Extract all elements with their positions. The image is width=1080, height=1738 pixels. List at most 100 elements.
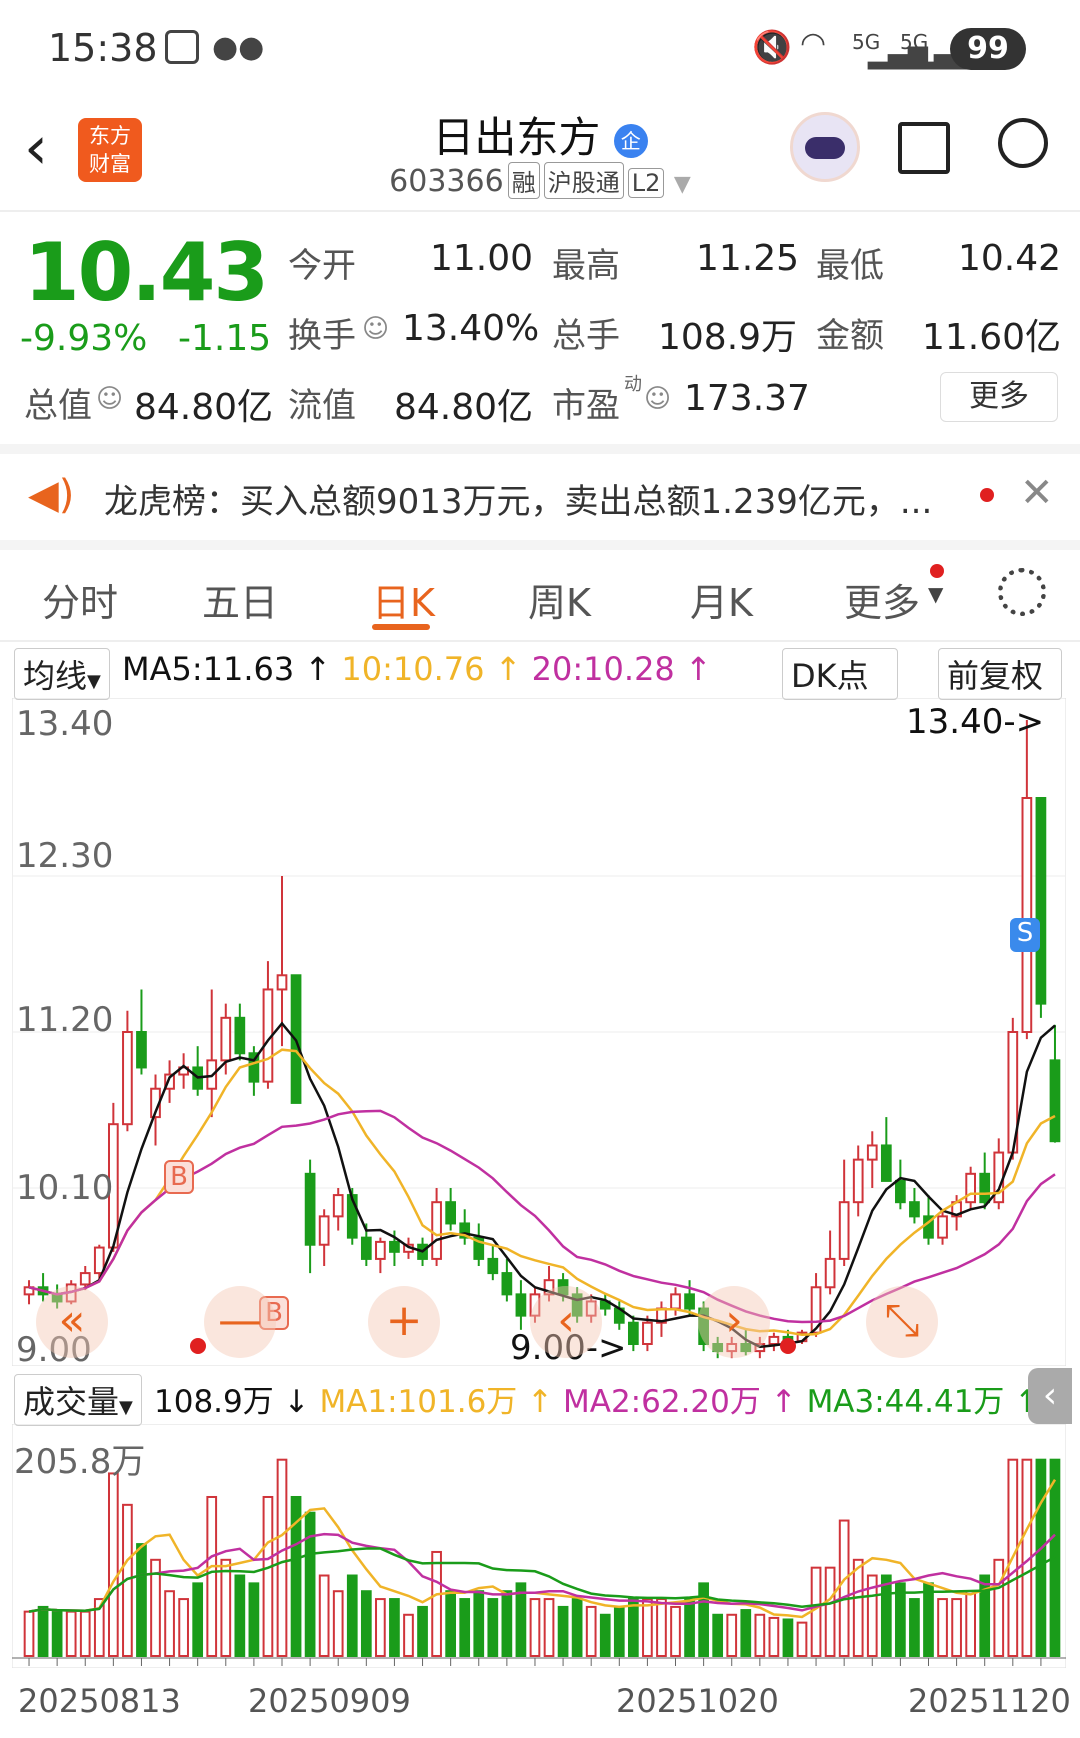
label-market-cap: 总值 [24, 386, 92, 426]
volume-bar [585, 1605, 597, 1658]
volume-bar [740, 1609, 752, 1657]
candle [375, 1240, 386, 1260]
step-left-button[interactable]: ‹ [530, 1286, 602, 1358]
label-amount: 金额 [816, 316, 884, 356]
volume-bar [318, 1574, 330, 1657]
volume-bar [880, 1574, 892, 1657]
candle [965, 1172, 977, 1204]
candle [431, 1201, 442, 1260]
info-icon[interactable]: ☺ [362, 314, 389, 344]
volume-bar [403, 1613, 414, 1658]
volume-bar [937, 1598, 948, 1657]
label-turnover: 换手 [288, 316, 356, 356]
share-icon[interactable] [898, 122, 950, 174]
stock-code: 603366 [389, 164, 504, 199]
info-icon-3[interactable]: ☺ [644, 384, 671, 414]
value-market-cap: 84.80亿 [134, 387, 274, 428]
volume-bar [107, 1472, 119, 1657]
volume-bar [571, 1598, 583, 1657]
volume-bar [332, 1590, 344, 1657]
indicator-selector[interactable]: 成交量▼ [14, 1374, 142, 1426]
tag-connect: 沪股通 [543, 162, 624, 199]
change-pct: -9.93% [20, 318, 148, 359]
tab-daily-k[interactable]: 日K [372, 572, 435, 627]
volume-bar [248, 1582, 260, 1657]
settings-icon[interactable] [998, 568, 1046, 616]
candle [487, 1257, 499, 1275]
candle [768, 1335, 780, 1346]
fullscreen-button[interactable]: ⤡ [866, 1286, 938, 1358]
volume-bar [656, 1598, 667, 1657]
label-low: 最低 [816, 246, 884, 286]
label-pe: 市盈 [552, 386, 620, 426]
value-volume: 108.9万 [658, 317, 798, 358]
candle [866, 1144, 878, 1161]
scroll-left-button[interactable]: « [36, 1286, 108, 1358]
dropdown-icon: ▼ [673, 172, 691, 197]
candle [838, 1201, 850, 1260]
value-low: 10.42 [958, 238, 1062, 279]
candle [93, 1246, 105, 1275]
label-float-cap: 流值 [288, 386, 356, 426]
volume-bar [417, 1605, 428, 1658]
banner-text[interactable]: 龙虎榜：买入总额9013万元，卖出总额1.239亿元，... [104, 474, 932, 523]
mute-icon: 🔇 [752, 28, 792, 66]
tab-five-day[interactable]: 五日 [202, 572, 278, 627]
dk-button[interactable]: DK点 [782, 648, 898, 700]
candle [360, 1236, 372, 1260]
wechat-icon: ●● [212, 30, 265, 65]
volume-bar [346, 1574, 358, 1657]
ma20-value: 20:10.28 [531, 650, 675, 688]
vol-y-tick: 205.8万 [14, 1442, 146, 1482]
more-button[interactable]: 更多 [940, 372, 1058, 422]
volume-bar [599, 1613, 611, 1658]
candlestick-chart[interactable] [12, 698, 1066, 1366]
volume-bar [754, 1613, 766, 1658]
candle [276, 974, 288, 991]
candle [1021, 797, 1033, 1033]
candle [318, 1215, 330, 1246]
volume-bar [23, 1610, 35, 1657]
assistant-robot-icon[interactable] [790, 112, 860, 182]
value-float-cap: 84.80亿 [394, 387, 534, 428]
volume-chart[interactable] [12, 1424, 1066, 1668]
volume-bar [895, 1582, 906, 1657]
label-volume: 总手 [552, 316, 620, 356]
ma5-value: MA5:11.63 [122, 650, 295, 688]
value-high: 11.25 [696, 238, 800, 279]
candle [220, 1016, 232, 1062]
zoom-out-button[interactable]: — [204, 1286, 276, 1358]
vol-ma3: MA3:44.41万 [806, 1384, 1005, 1420]
ma-selector[interactable]: 均线▼ [14, 648, 110, 700]
tab-monthly-k[interactable]: 月K [690, 572, 753, 627]
step-right-button[interactable]: › [698, 1286, 770, 1358]
volume-bar [993, 1558, 1005, 1657]
search-icon[interactable] [998, 118, 1048, 168]
ma-selector-label: 均线 [23, 657, 88, 695]
tab-more-dot [930, 564, 944, 578]
volume-bar [613, 1605, 625, 1658]
zoom-in-button[interactable]: + [368, 1286, 440, 1358]
volume-bar [782, 1618, 794, 1657]
volume-bar [487, 1598, 499, 1657]
volume-bar [375, 1598, 386, 1657]
info-icon-2[interactable]: ☺ [96, 384, 123, 414]
close-icon[interactable]: ✕ [1020, 470, 1054, 516]
indicator-selector-label: 成交量 [23, 1383, 120, 1421]
speaker-icon: ◀) [28, 472, 75, 518]
collapse-panel-button[interactable]: ‹ [1028, 1368, 1072, 1424]
adjust-button[interactable]: 前复权 [938, 648, 1062, 700]
tab-more[interactable]: 更多 [844, 572, 920, 627]
buy-marker-1: B [164, 1160, 194, 1194]
tag-l2: L2 [627, 168, 665, 198]
price: 10.43 [24, 226, 269, 319]
tab-weekly-k[interactable]: 周K [528, 572, 591, 627]
tab-intraday[interactable]: 分时 [42, 572, 118, 627]
y-tick-3: 11.20 [16, 1000, 114, 1040]
candle [304, 1172, 316, 1246]
volume-bar [206, 1495, 218, 1657]
candle [332, 1194, 344, 1218]
volume-bar [501, 1590, 513, 1657]
change-abs: -1.15 [178, 318, 272, 359]
stock-name: 日出东方 [432, 113, 601, 162]
